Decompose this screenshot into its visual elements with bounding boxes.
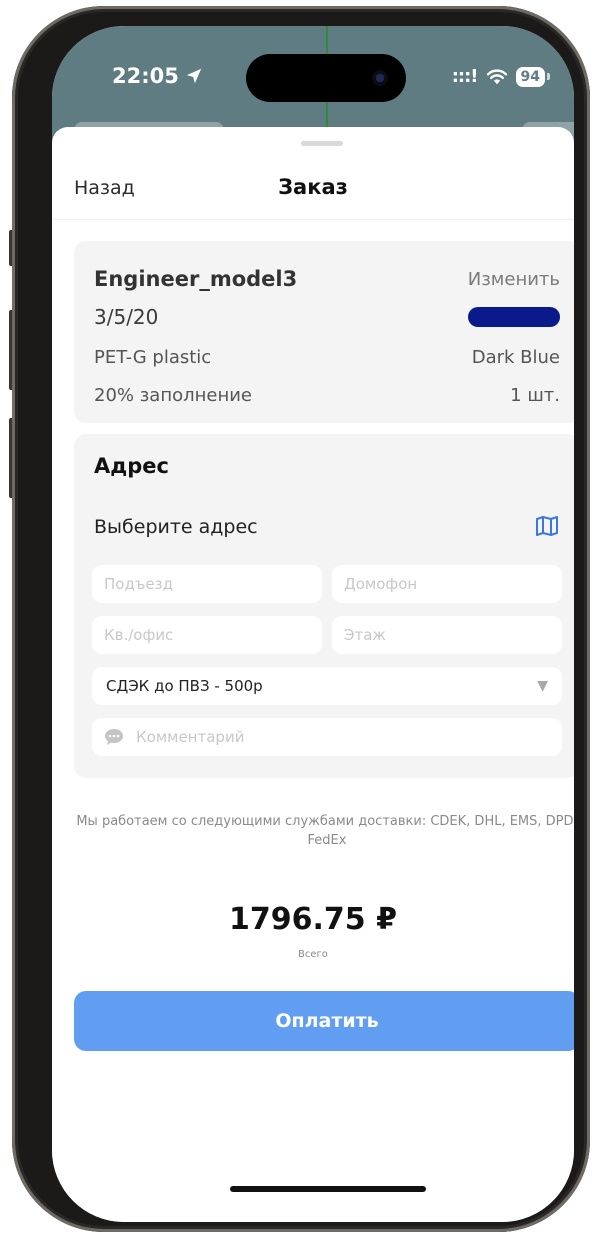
status-right: :::! 94 bbox=[452, 66, 550, 87]
cellular-signal-icon: :::! bbox=[451, 66, 479, 87]
change-button[interactable]: Изменить bbox=[468, 269, 560, 290]
battery-icon: 94 bbox=[515, 66, 545, 87]
battery-cap bbox=[547, 73, 550, 80]
model-row-material: PET-G plastic Dark Blue bbox=[94, 347, 560, 368]
delivery-select[interactable]: СДЭК до ПВЗ - 500р ▼ bbox=[92, 667, 562, 705]
delivery-info-text: Мы работаем со следующими службами доста… bbox=[76, 814, 574, 848]
home-indicator[interactable] bbox=[230, 1186, 426, 1192]
model-name: Engineer_model3 bbox=[94, 267, 298, 291]
status-time: 22:05 bbox=[112, 64, 203, 88]
select-address-button[interactable]: Выберите адрес bbox=[94, 516, 258, 538]
status-time-text: 22:05 bbox=[112, 64, 179, 88]
model-color-name: Dark Blue bbox=[471, 347, 560, 368]
camera-icon bbox=[372, 70, 388, 86]
phone-screen: 22:05 :::! 94 Назад Заказ Engineer_model… bbox=[52, 26, 574, 1222]
model-infill: 20% заполнение bbox=[94, 385, 253, 406]
chat-bubble-icon bbox=[105, 729, 123, 745]
sheet-grabber[interactable] bbox=[301, 141, 343, 146]
delivery-selected-value: СДЭК до ПВЗ - 500р bbox=[106, 677, 263, 695]
model-card: Engineer_model3 Изменить 3/5/20 PET-G pl… bbox=[74, 241, 574, 423]
location-arrow-icon bbox=[186, 68, 202, 84]
model-material: PET-G plastic bbox=[94, 347, 212, 368]
order-sheet: Назад Заказ Engineer_model3 Изменить 3/5… bbox=[52, 127, 574, 1222]
dynamic-island bbox=[246, 54, 406, 102]
nav-bar: Назад Заказ bbox=[52, 167, 574, 220]
model-dimensions: 3/5/20 bbox=[94, 305, 159, 329]
model-quantity: 1 шт. bbox=[510, 385, 560, 406]
total-label: Всего bbox=[298, 949, 328, 960]
pay-button[interactable]: Оплатить bbox=[74, 991, 574, 1051]
wifi-icon bbox=[486, 68, 507, 84]
address-card: Адрес Выберите адрес СДЭК до ПВЗ - 500р … bbox=[74, 434, 574, 778]
map-icon[interactable] bbox=[534, 514, 560, 538]
phone-frame: 22:05 :::! 94 Назад Заказ Engineer_model… bbox=[12, 6, 590, 1232]
model-row-dimensions: 3/5/20 bbox=[94, 305, 560, 329]
floor-input[interactable] bbox=[332, 616, 562, 654]
color-swatch bbox=[468, 307, 560, 327]
comment-input[interactable] bbox=[134, 727, 550, 747]
comment-field[interactable] bbox=[92, 718, 562, 756]
apartment-input[interactable] bbox=[92, 616, 322, 654]
page-title: Заказ bbox=[278, 175, 348, 199]
model-row-name: Engineer_model3 Изменить bbox=[94, 267, 560, 291]
entrance-input[interactable] bbox=[92, 565, 322, 603]
triangle-down-icon: ▼ bbox=[537, 678, 548, 694]
model-row-infill: 20% заполнение 1 шт. bbox=[94, 385, 560, 406]
address-title: Адрес bbox=[94, 454, 169, 478]
total-amount: 1796.75 ₽ bbox=[229, 902, 397, 937]
intercom-input[interactable] bbox=[332, 565, 562, 603]
